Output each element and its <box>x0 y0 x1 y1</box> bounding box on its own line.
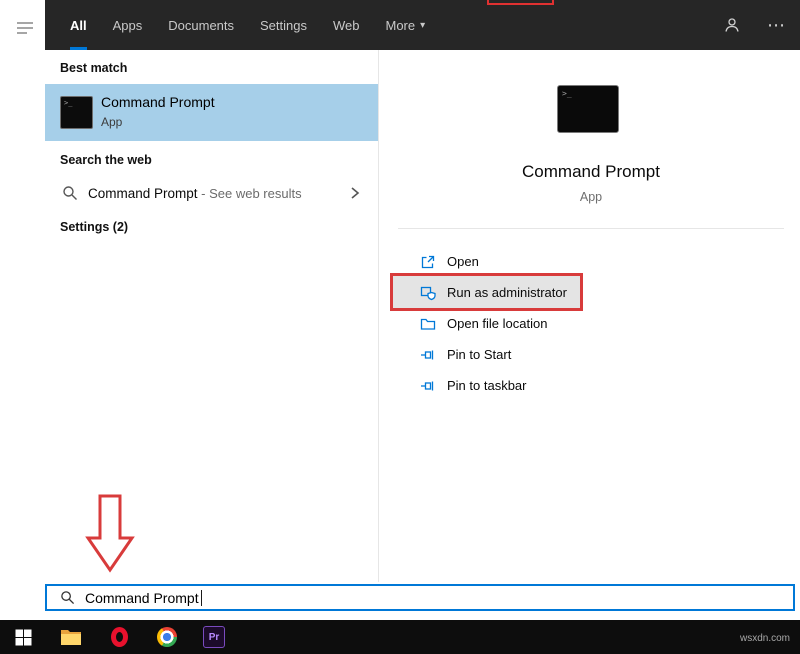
action-open-label: Open <box>447 254 479 269</box>
chevron-right-icon[interactable] <box>350 185 360 201</box>
tab-apps[interactable]: Apps <box>113 0 143 50</box>
search-header: All Apps Documents Settings Web More ▾ ⋯ <box>45 0 800 50</box>
search-input-value: Command Prompt <box>85 590 199 606</box>
action-pin-to-taskbar-label: Pin to taskbar <box>447 378 527 393</box>
folder-icon <box>420 316 436 332</box>
tab-all[interactable]: All <box>70 0 87 50</box>
action-pin-to-start[interactable]: Pin to Start <box>398 339 784 370</box>
search-input[interactable]: Command Prompt <box>45 584 795 611</box>
tab-settings-label: Settings <box>260 18 307 33</box>
premiere-tile-icon: Pr <box>203 626 225 648</box>
settings-group-heading[interactable]: Settings (2) <box>60 220 128 234</box>
search-icon <box>60 590 75 605</box>
action-open-file-location[interactable]: Open file location <box>398 308 784 339</box>
pin-icon <box>420 347 436 363</box>
tab-all-label: All <box>70 18 87 33</box>
taskbar: Pr <box>0 620 800 654</box>
web-suggestion-hint: - See web results <box>198 186 302 201</box>
start-button[interactable] <box>12 626 34 648</box>
ellipsis-icon[interactable]: ⋯ <box>767 16 786 34</box>
search-the-web-heading: Search the web <box>60 153 152 167</box>
file-explorer-icon[interactable] <box>60 626 82 648</box>
chevron-down-icon: ▾ <box>420 20 425 31</box>
pin-icon <box>420 378 436 394</box>
opera-browser-icon[interactable] <box>108 626 130 648</box>
best-match-title: Command Prompt <box>101 94 215 110</box>
left-strip <box>0 0 45 620</box>
chrome-logo-icon <box>157 627 177 647</box>
best-match-result[interactable]: >_ Command Prompt App <box>45 84 378 141</box>
tab-web[interactable]: Web <box>333 0 360 50</box>
action-open[interactable]: Open <box>398 246 784 277</box>
command-prompt-icon-large: >_ <box>557 85 619 133</box>
web-suggestion-query: Command Prompt <box>88 186 198 201</box>
folder-icon <box>60 628 82 646</box>
tab-more-label: More <box>386 18 416 33</box>
preview-divider <box>398 228 784 229</box>
tab-web-label: Web <box>333 18 360 33</box>
chrome-browser-icon[interactable] <box>156 626 178 648</box>
tab-documents[interactable]: Documents <box>168 0 234 50</box>
windows-logo-icon <box>15 629 32 646</box>
tab-documents-label: Documents <box>168 18 234 33</box>
action-pin-to-start-label: Pin to Start <box>447 347 511 362</box>
preview-app-title: Command Prompt <box>398 162 784 182</box>
open-icon <box>420 254 436 270</box>
windows-search-screen: All Apps Documents Settings Web More ▾ ⋯… <box>0 0 800 654</box>
preview-app-subtitle: App <box>398 190 784 204</box>
action-run-as-administrator[interactable]: Run as administrator <box>398 277 784 308</box>
panel-divider <box>378 50 379 582</box>
user-account-icon[interactable] <box>723 16 741 34</box>
opera-ring-icon <box>111 627 128 647</box>
run-as-administrator-icon <box>420 285 436 301</box>
action-pin-to-taskbar[interactable]: Pin to taskbar <box>398 370 784 401</box>
action-run-as-administrator-label: Run as administrator <box>447 285 567 300</box>
text-cursor <box>201 590 203 606</box>
command-prompt-icon: >_ <box>60 96 93 129</box>
header-icons: ⋯ <box>723 0 786 50</box>
tab-apps-label: Apps <box>113 18 143 33</box>
best-match-heading: Best match <box>60 61 127 75</box>
action-open-file-location-label: Open file location <box>447 316 547 331</box>
search-filter-tabs: All Apps Documents Settings Web More ▾ <box>45 0 425 50</box>
search-icon <box>62 185 78 201</box>
watermark: wsxdn.com <box>740 633 790 644</box>
annotation-arrow-down <box>84 494 136 574</box>
premiere-icon[interactable]: Pr <box>203 626 225 648</box>
notes-icon[interactable] <box>16 20 34 38</box>
web-suggestion-row[interactable]: Command Prompt - See web results <box>45 176 378 210</box>
best-match-subtitle: App <box>101 115 122 129</box>
annotation-red-fragment <box>487 0 554 5</box>
tab-more[interactable]: More ▾ <box>386 0 426 50</box>
tab-settings[interactable]: Settings <box>260 0 307 50</box>
